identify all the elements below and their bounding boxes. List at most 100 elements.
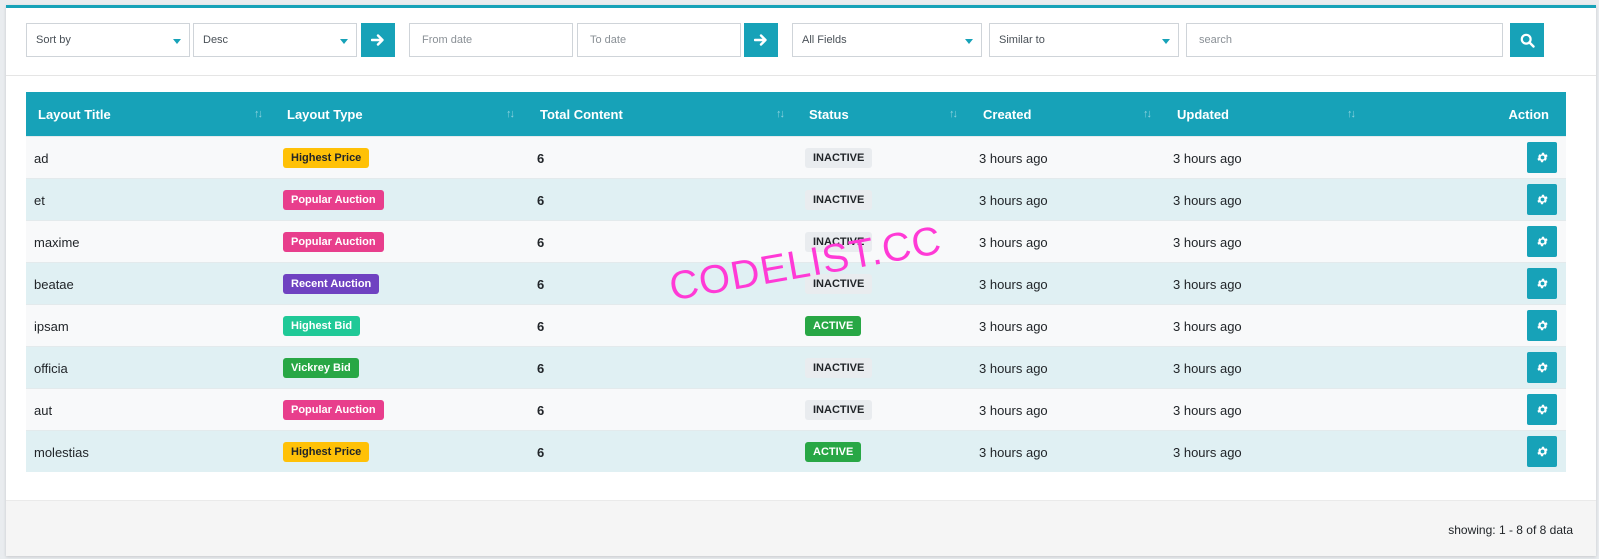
field-select[interactable]: All Fields (792, 23, 982, 57)
status-badge: INACTIVE (805, 400, 873, 420)
match-select[interactable]: Similar to (989, 23, 1179, 57)
cell-layout-title: ipsam (34, 318, 69, 334)
order-value: Desc (203, 34, 229, 46)
cell-updated: 3 hours ago (1173, 150, 1242, 166)
table-row: ad Highest Price 6 INACTIVE 3 hours ago 3 hou… (26, 136, 1566, 178)
cell-layout-title: et (34, 192, 45, 208)
cell-layout-title: aut (34, 402, 53, 418)
cell-created: 3 hours ago (979, 276, 1048, 292)
filter-bar: Sort by Desc From date To date All Field… (6, 8, 1596, 76)
layout-type-badge: Popular Auction (283, 400, 384, 420)
arrow-right-icon (371, 34, 384, 46)
header-layout-type[interactable]: Layout Type (287, 92, 363, 136)
cell-status: ACTIVE (805, 305, 862, 347)
field-value: All Fields (802, 34, 847, 46)
cell-updated: 3 hours ago (1173, 192, 1242, 208)
cell-layout-type: Popular Auction (283, 179, 384, 221)
header-layout-title[interactable]: Layout Title (38, 92, 111, 136)
table-row: ipsam Highest Bid 6 ACTIVE 3 hours ago 3 hour… (26, 304, 1566, 346)
action-settings-button[interactable] (1527, 226, 1557, 257)
cell-layout-type: Vickrey Bid (283, 347, 359, 389)
gear-icon (1536, 404, 1548, 415)
table-row: aut Popular Auction 6 INACTIVE 3 hours ago 3 … (26, 388, 1566, 430)
search-input[interactable]: search (1186, 23, 1503, 57)
table-row: officia Vickrey Bid 6 INACTIVE 3 hours ago 3 … (26, 346, 1566, 388)
cell-layout-title: ad (34, 150, 49, 166)
cell-layout-title: maxime (34, 234, 80, 250)
cell-layout-title: molestias (34, 444, 89, 460)
action-settings-button[interactable] (1527, 142, 1557, 173)
action-settings-button[interactable] (1527, 352, 1557, 383)
action-settings-button[interactable] (1527, 268, 1557, 299)
cell-created: 3 hours ago (979, 192, 1048, 208)
status-badge: INACTIVE (805, 190, 873, 210)
sort-arrows-icon[interactable]: ↑↓ (254, 108, 263, 120)
cell-total-content: 6 (537, 402, 545, 418)
to-date-placeholder: To date (590, 34, 627, 46)
sort-by-value: Sort by (36, 34, 71, 46)
cell-created: 3 hours ago (979, 402, 1048, 418)
action-settings-button[interactable] (1527, 310, 1557, 341)
cell-layout-type: Recent Auction (283, 263, 380, 305)
layout-type-badge: Highest Price (283, 442, 370, 462)
gear-icon (1536, 278, 1548, 289)
table-body: ad Highest Price 6 INACTIVE 3 hours ago 3 hou… (26, 136, 1566, 472)
sort-arrows-icon[interactable]: ↑↓ (1347, 108, 1356, 120)
cell-created: 3 hours ago (979, 444, 1048, 460)
cell-created: 3 hours ago (979, 318, 1048, 334)
header-status[interactable]: Status (809, 92, 849, 136)
apply-sort-button[interactable] (361, 23, 395, 57)
sort-arrows-icon[interactable]: ↑↓ (506, 108, 515, 120)
order-select[interactable]: Desc (193, 23, 357, 57)
sort-by-select[interactable]: Sort by (26, 23, 190, 57)
pagination-summary: showing: 1 - 8 of 8 data (1448, 523, 1573, 537)
to-date-input[interactable]: To date (577, 23, 741, 57)
header-updated[interactable]: Updated (1177, 92, 1229, 136)
cell-layout-title: beatae (34, 276, 74, 292)
gear-icon (1536, 236, 1548, 247)
cell-status: INACTIVE (805, 179, 873, 221)
apply-date-button[interactable] (744, 23, 778, 57)
cell-total-content: 6 (537, 360, 545, 376)
action-settings-button[interactable] (1527, 394, 1557, 425)
cell-status: INACTIVE (805, 137, 873, 179)
layout-type-badge: Vickrey Bid (283, 358, 359, 378)
table-row: molestias Highest Price 6 ACTIVE 3 hours ago… (26, 430, 1566, 472)
cell-created: 3 hours ago (979, 234, 1048, 250)
cell-layout-title: officia (34, 360, 68, 376)
cell-total-content: 6 (537, 192, 545, 208)
layout-type-badge: Popular Auction (283, 190, 384, 210)
from-date-placeholder: From date (422, 34, 473, 46)
search-button[interactable] (1510, 23, 1544, 57)
header-total-content[interactable]: Total Content (540, 92, 623, 136)
cell-layout-type: Popular Auction (283, 389, 384, 431)
cell-total-content: 6 (537, 318, 545, 334)
header-created[interactable]: Created (983, 92, 1031, 136)
cell-status: INACTIVE (805, 389, 873, 431)
cell-updated: 3 hours ago (1173, 318, 1242, 334)
header-action: Action (1508, 106, 1549, 122)
caret-down-icon (965, 39, 973, 44)
arrow-right-icon (754, 34, 767, 46)
status-badge: ACTIVE (805, 316, 862, 336)
cell-updated: 3 hours ago (1173, 444, 1242, 460)
cell-layout-type: Highest Price (283, 137, 370, 179)
search-icon (1520, 33, 1535, 48)
layout-type-badge: Highest Bid (283, 316, 361, 336)
cell-updated: 3 hours ago (1173, 360, 1242, 376)
sort-arrows-icon[interactable]: ↑↓ (1143, 108, 1152, 120)
cell-total-content: 6 (537, 444, 545, 460)
caret-down-icon (173, 39, 181, 44)
layout-type-badge: Highest Price (283, 148, 370, 168)
action-settings-button[interactable] (1527, 184, 1557, 215)
cell-layout-type: Popular Auction (283, 221, 384, 263)
sort-arrows-icon[interactable]: ↑↓ (949, 108, 958, 120)
from-date-input[interactable]: From date (409, 23, 573, 57)
action-settings-button[interactable] (1527, 436, 1557, 467)
sort-arrows-icon[interactable]: ↑↓ (776, 108, 785, 120)
cell-status: INACTIVE (805, 347, 873, 389)
caret-down-icon (340, 39, 348, 44)
gear-icon (1536, 446, 1548, 457)
cell-status: ACTIVE (805, 431, 862, 473)
cell-updated: 3 hours ago (1173, 234, 1242, 250)
